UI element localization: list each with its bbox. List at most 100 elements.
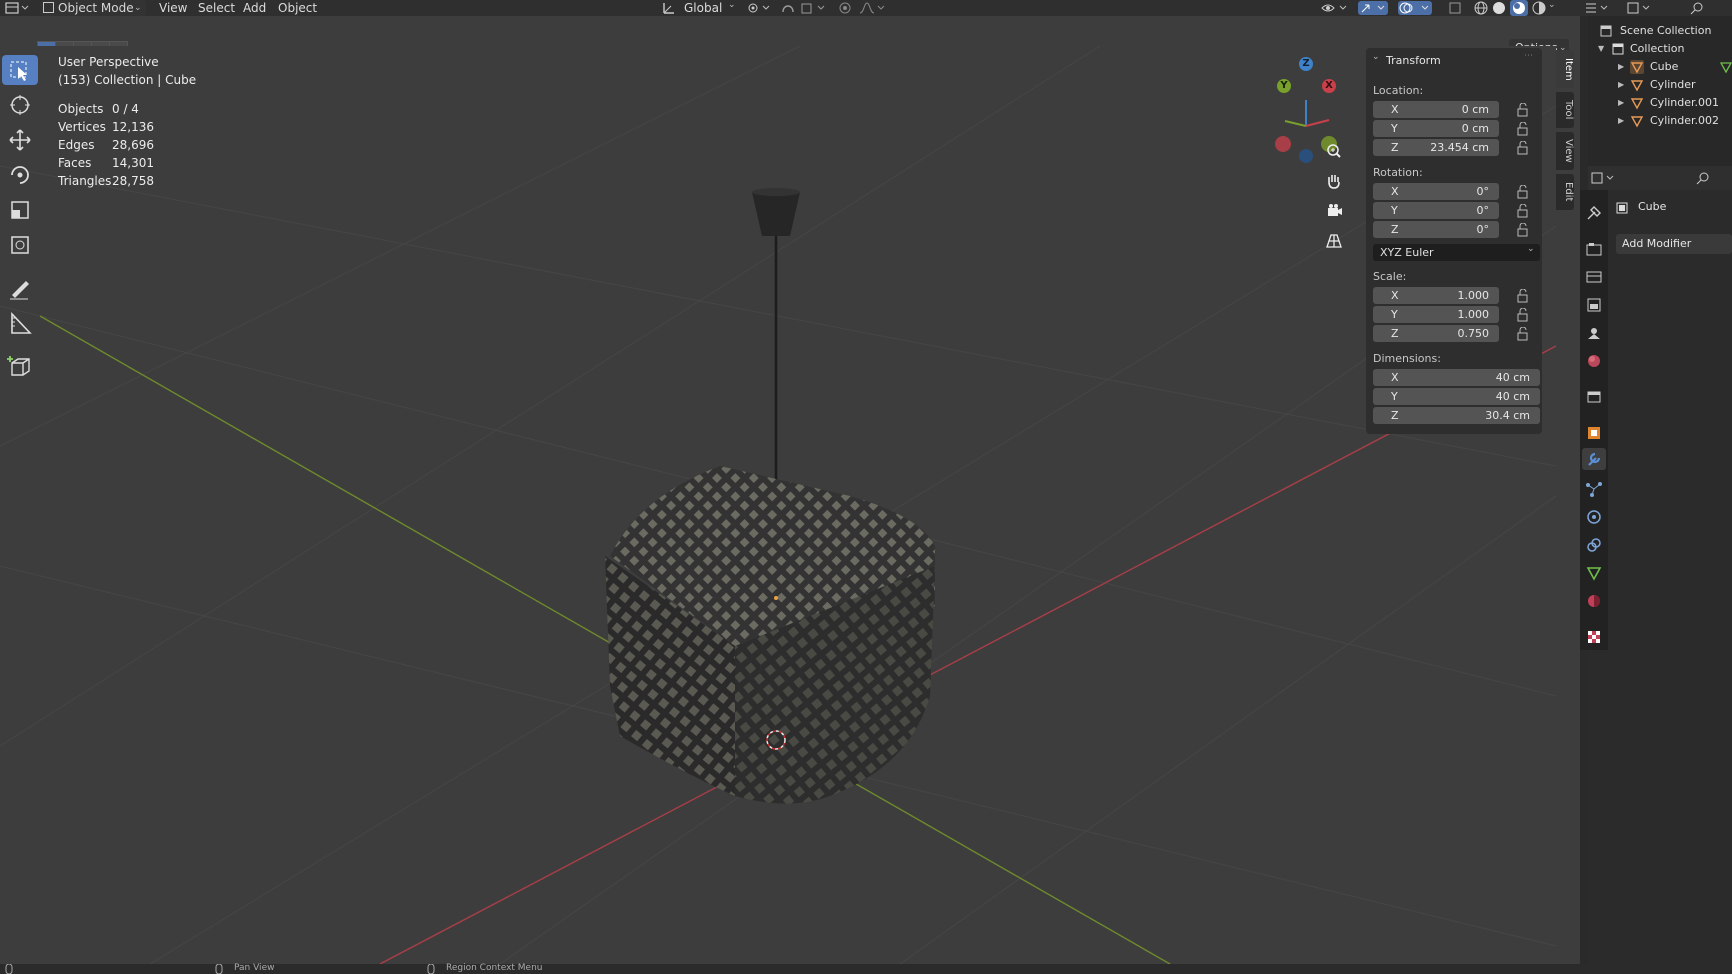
- gizmo-x-axis[interactable]: X: [1322, 79, 1336, 93]
- dimensions-z-field[interactable]: Z 30.4 cm: [1373, 407, 1540, 424]
- output-tab-icon[interactable]: [1585, 268, 1603, 286]
- select-box-tool[interactable]: [2, 55, 38, 85]
- constraints-tab-icon[interactable]: [1585, 536, 1603, 554]
- field-value: 0°: [1476, 185, 1490, 198]
- rotate-tool[interactable]: [2, 160, 38, 190]
- object-tab-icon[interactable]: [1585, 424, 1603, 442]
- proportional-falloff-dropdown[interactable]: [858, 1, 886, 15]
- tab-item[interactable]: Item: [1556, 50, 1574, 88]
- xray-toggle-icon[interactable]: [1448, 1, 1462, 15]
- dimensions-label: Dimensions:: [1373, 352, 1441, 365]
- lock-rotation-z-icon[interactable]: [1516, 223, 1530, 237]
- rendered-shading-icon[interactable]: [1532, 1, 1546, 15]
- transform-tool[interactable]: [2, 230, 38, 260]
- snap-toggle-icon[interactable]: [780, 1, 796, 15]
- scale-tool[interactable]: [2, 195, 38, 225]
- expand-arrow-icon[interactable]: ▶: [1618, 94, 1624, 112]
- expand-arrow-icon[interactable]: ▼: [1598, 40, 1604, 58]
- properties-editor-type-icon[interactable]: [1590, 171, 1618, 185]
- mouse-middle-icon: [215, 964, 223, 974]
- rotation-x-field[interactable]: X 0°: [1373, 183, 1499, 200]
- physics-tab-icon[interactable]: [1585, 508, 1603, 526]
- outliner-editor-type-icon[interactable]: [1584, 1, 1610, 15]
- lock-scale-z-icon[interactable]: [1516, 327, 1530, 341]
- collection-tab-icon[interactable]: [1585, 388, 1603, 406]
- lock-scale-y-icon[interactable]: [1516, 308, 1530, 322]
- stat-faces-value: 14,301: [112, 156, 154, 170]
- gizmo-toggle[interactable]: [1358, 1, 1388, 15]
- location-x-field[interactable]: X 0 cm: [1373, 101, 1499, 118]
- proportional-editing-icon[interactable]: [838, 1, 852, 15]
- display-mode-icon[interactable]: [1626, 1, 1652, 15]
- 3d-viewport[interactable]: Z X Y: [0, 46, 1556, 964]
- transform-orientation-dropdown[interactable]: Global ⌄: [660, 0, 738, 16]
- scene-tab-icon[interactable]: [1585, 324, 1603, 342]
- gizmo-y-axis[interactable]: Y: [1277, 79, 1291, 93]
- location-z-field[interactable]: Z 23.454 cm: [1373, 139, 1499, 156]
- snap-target-dropdown[interactable]: [800, 1, 830, 15]
- add-cube-tool[interactable]: [2, 351, 38, 381]
- tab-tool[interactable]: Tool: [1556, 92, 1574, 128]
- texture-tab-icon[interactable]: [1585, 628, 1603, 646]
- perspective-toggle-button[interactable]: [1323, 230, 1345, 252]
- drag-handle-icon[interactable]: ⋯: [1524, 51, 1533, 61]
- tab-view[interactable]: View: [1556, 132, 1574, 170]
- object-mode-dropdown[interactable]: Object Mode ⌄: [40, 0, 146, 16]
- cursor-tool[interactable]: [2, 90, 38, 120]
- overlays-toggle[interactable]: [1398, 1, 1432, 15]
- measure-tool[interactable]: [2, 308, 38, 338]
- visibility-dropdown[interactable]: [1320, 1, 1350, 15]
- annotate-tool[interactable]: [2, 273, 38, 303]
- material-shading-button[interactable]: [1510, 0, 1528, 16]
- menu-view[interactable]: View: [159, 0, 187, 16]
- mesh-data-tab-icon[interactable]: [1585, 564, 1603, 582]
- dimensions-y-field[interactable]: Y 40 cm: [1373, 388, 1540, 405]
- rotation-z-field[interactable]: Z 0°: [1373, 221, 1499, 238]
- modifier-tab[interactable]: [1582, 448, 1606, 470]
- lock-location-y-icon[interactable]: [1516, 122, 1530, 136]
- transform-panel-header[interactable]: ⌄ Transform ⋯: [1372, 51, 1533, 68]
- search-icon[interactable]: [1696, 171, 1710, 185]
- menu-select[interactable]: Select: [198, 0, 235, 16]
- solid-shading-icon[interactable]: [1492, 1, 1506, 15]
- tab-edit[interactable]: Edit: [1556, 174, 1574, 210]
- expand-arrow-icon[interactable]: ▶: [1618, 112, 1624, 130]
- expand-arrow-icon[interactable]: ▶: [1618, 76, 1624, 94]
- lock-rotation-y-icon[interactable]: [1516, 204, 1530, 218]
- view-layer-tab-icon[interactable]: [1585, 296, 1603, 314]
- zoom-view-button[interactable]: [1323, 140, 1345, 162]
- move-tool[interactable]: [2, 125, 38, 155]
- scale-x-field[interactable]: X 1.000: [1373, 287, 1499, 304]
- dimensions-x-field[interactable]: X 40 cm: [1373, 369, 1540, 386]
- world-tab-icon[interactable]: [1585, 352, 1603, 370]
- menu-add[interactable]: Add: [243, 0, 266, 16]
- particles-tab-icon[interactable]: [1585, 480, 1603, 498]
- shading-options-chevron-icon[interactable]: ⌄: [1548, 0, 1556, 10]
- lock-scale-x-icon[interactable]: [1516, 289, 1530, 303]
- wireframe-shading-icon[interactable]: [1474, 1, 1488, 15]
- lock-location-z-icon[interactable]: [1516, 141, 1530, 155]
- menu-object[interactable]: Object: [278, 0, 317, 16]
- camera-view-button[interactable]: [1323, 200, 1345, 222]
- search-icon[interactable]: [1690, 1, 1704, 15]
- cube-lampshade[interactable]: [605, 466, 935, 804]
- rotation-y-field[interactable]: Y 0°: [1373, 202, 1499, 219]
- scale-z-field[interactable]: Z 0.750: [1373, 325, 1499, 342]
- status-bar: Pan View Region Context Menu: [0, 963, 1732, 974]
- scale-y-field[interactable]: Y 1.000: [1373, 306, 1499, 323]
- expand-arrow-icon[interactable]: ▶: [1618, 58, 1624, 76]
- editor-type-icon[interactable]: [4, 1, 30, 15]
- outliner-item-cube[interactable]: ▶ Cube: [1618, 58, 1732, 76]
- tool-tab-icon[interactable]: [1585, 204, 1603, 222]
- pivot-point-dropdown[interactable]: [746, 1, 774, 15]
- location-y-field[interactable]: Y 0 cm: [1373, 120, 1499, 137]
- pan-view-button[interactable]: [1323, 170, 1345, 192]
- rotation-mode-dropdown[interactable]: XYZ Euler ⌄: [1373, 244, 1540, 261]
- lock-location-x-icon[interactable]: [1516, 103, 1530, 117]
- lock-rotation-x-icon[interactable]: [1516, 185, 1530, 199]
- material-tab-icon[interactable]: [1585, 592, 1603, 610]
- add-modifier-button[interactable]: Add Modifier: [1616, 234, 1732, 254]
- gizmo-z-axis[interactable]: Z: [1299, 57, 1313, 71]
- render-tab-icon[interactable]: [1585, 240, 1603, 258]
- outliner-item-label: Cylinder.001: [1650, 96, 1720, 109]
